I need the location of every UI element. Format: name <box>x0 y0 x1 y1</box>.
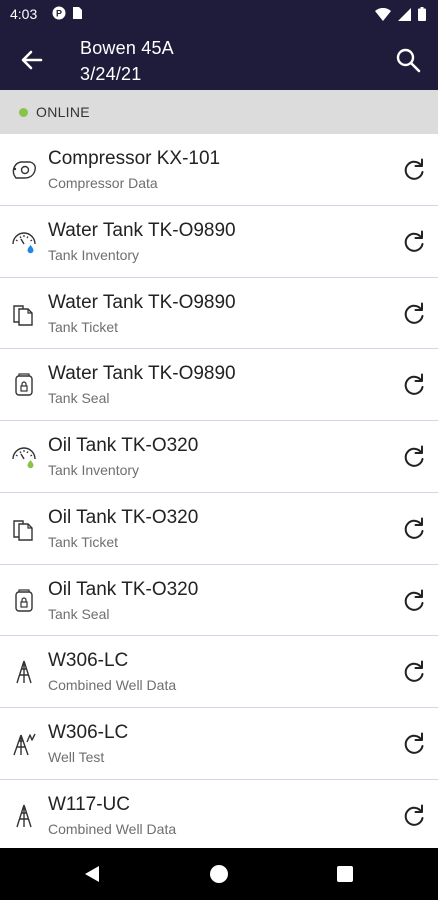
well-icon <box>16 661 32 684</box>
item-title: W306-LC <box>48 722 129 743</box>
refresh-icon[interactable] <box>400 802 428 830</box>
nav-back-icon[interactable] <box>84 865 100 883</box>
item-title: Oil Tank TK-O320 <box>48 435 199 456</box>
connection-status-label: ONLINE <box>36 104 90 120</box>
connection-status-bar: ONLINE <box>0 90 438 134</box>
battery-icon <box>418 7 426 21</box>
list-item[interactable]: Oil Tank TK-O320 Tank Seal <box>0 565 438 637</box>
list-item[interactable]: W117-UC Combined Well Data <box>0 780 438 852</box>
item-subtitle: Well Test <box>48 749 105 765</box>
item-title: Compressor KX-101 <box>48 148 221 169</box>
refresh-icon[interactable] <box>400 300 428 328</box>
page-title: Bowen 45A 3/24/21 <box>80 35 174 87</box>
item-subtitle: Compressor Data <box>48 175 158 191</box>
list-item[interactable]: Oil Tank TK-O320 Tank Inventory <box>0 421 438 493</box>
refresh-icon[interactable] <box>400 730 428 758</box>
list-item[interactable]: W306-LC Combined Well Data <box>0 636 438 708</box>
item-title: Water Tank TK-O9890 <box>48 219 236 241</box>
list-item[interactable]: Compressor KX-101 Compressor Data <box>0 134 438 206</box>
item-subtitle: Combined Well Data <box>48 677 177 694</box>
well-icon <box>16 804 32 827</box>
list-item[interactable]: Water Tank TK-O9890 Tank Ticket <box>0 278 438 350</box>
online-indicator-dot <box>19 108 28 117</box>
refresh-icon[interactable] <box>400 156 428 184</box>
back-arrow-icon[interactable] <box>18 46 46 74</box>
item-title: Water Tank TK-O9890 <box>48 291 236 313</box>
refresh-icon[interactable] <box>400 587 428 615</box>
item-subtitle: Tank Ticket <box>48 533 119 550</box>
list-item[interactable]: Water Tank TK-O9890 Tank Inventory <box>0 206 438 278</box>
item-subtitle: Combined Well Data <box>48 820 177 837</box>
gauge-water-icon <box>12 232 36 253</box>
ticket-icon <box>13 520 33 541</box>
notification-p-icon: P <box>52 6 66 20</box>
search-icon[interactable] <box>394 46 422 74</box>
form-list: Compressor KX-101 Compressor Data Water … <box>0 134 438 852</box>
gauge-oil-icon <box>12 447 36 469</box>
site-name: Bowen 45A <box>80 38 174 58</box>
item-title: W306-LC <box>48 650 129 672</box>
list-item[interactable]: Water Tank TK-O9890 Tank Seal <box>0 349 438 421</box>
sim-card-icon <box>73 7 82 19</box>
refresh-icon[interactable] <box>400 228 428 256</box>
refresh-icon[interactable] <box>400 658 428 686</box>
app-bar: Bowen 45A 3/24/21 <box>0 28 438 90</box>
item-title: Oil Tank TK-O320 <box>48 578 199 600</box>
status-time: 4:03 <box>10 6 38 22</box>
item-subtitle: Tank Seal <box>48 390 110 407</box>
refresh-icon[interactable] <box>400 371 428 399</box>
item-subtitle: Tank Seal <box>48 605 110 622</box>
svg-text:P: P <box>56 9 62 19</box>
wifi-icon <box>375 7 391 21</box>
item-title: Oil Tank TK-O320 <box>48 506 199 528</box>
status-bar: 4:03 P <box>0 0 438 28</box>
system-nav-bar <box>0 848 438 900</box>
ticket-icon <box>13 304 33 326</box>
nav-recents-icon[interactable] <box>337 866 353 882</box>
seal-icon <box>15 588 33 612</box>
list-item[interactable]: W306-LC Well Test <box>0 708 438 780</box>
nav-home-icon[interactable] <box>210 865 228 883</box>
item-subtitle: Tank Inventory <box>48 246 140 263</box>
refresh-icon[interactable] <box>400 515 428 543</box>
compressor-icon <box>12 161 36 179</box>
item-subtitle: Tank Ticket <box>48 318 119 335</box>
well-test-icon <box>13 733 36 756</box>
refresh-icon[interactable] <box>400 443 428 471</box>
seal-icon <box>15 373 33 396</box>
list-item[interactable]: Oil Tank TK-O320 Tank Ticket <box>0 493 438 565</box>
date-label: 3/24/21 <box>80 64 142 84</box>
item-subtitle: Tank Inventory <box>48 462 140 478</box>
item-title: Water Tank TK-O9890 <box>48 363 236 385</box>
cell-signal-icon <box>398 7 411 21</box>
item-title: W117-UC <box>48 793 130 815</box>
